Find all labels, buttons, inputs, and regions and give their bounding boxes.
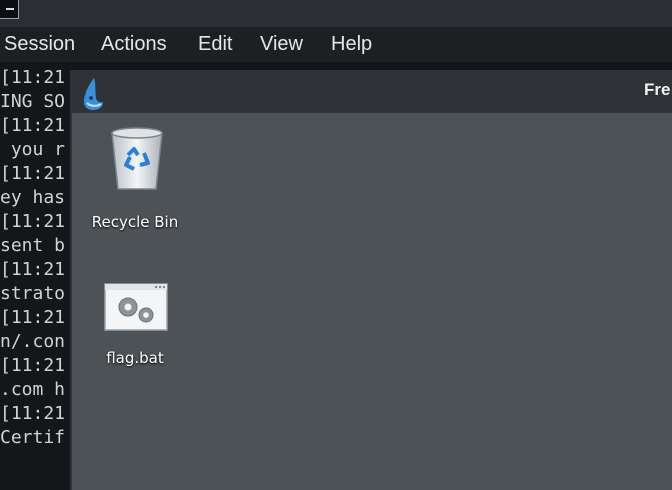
batch-file-icon: [104, 283, 168, 331]
window-titlebar[interactable]: Fre: [72, 70, 672, 113]
terminal-line: you r: [0, 139, 66, 160]
terminal-line: [11:21: [0, 67, 66, 88]
terminal-line: .com h: [0, 379, 66, 400]
recycle-bin-icon: [111, 127, 163, 190]
terminal-line: Certif: [0, 427, 66, 448]
terminal-line: [11:21: [0, 259, 66, 280]
terminal-line: ING SO: [0, 91, 66, 112]
terminal-line: [11:21: [0, 163, 66, 184]
menu-view[interactable]: View: [260, 27, 303, 62]
minimize-button[interactable]: [0, 0, 19, 19]
terminal-line: n/.con: [0, 331, 66, 352]
top-panel: [0, 0, 672, 27]
desktop-icon-label: flag.bat: [106, 349, 164, 367]
remote-desktop-area[interactable]: Recycle Bin flag.bat: [78, 113, 672, 490]
shark-fin-icon: [84, 78, 103, 110]
minus-icon: [6, 8, 14, 10]
terminal-output[interactable]: [11:21 ING SO [11:21 you r [11:21 ey has…: [0, 62, 75, 490]
menu-edit[interactable]: Edit: [198, 27, 232, 62]
menu-actions[interactable]: Actions: [101, 27, 167, 62]
terminal-line: [11:21: [0, 355, 66, 376]
terminal-line: [11:21: [0, 403, 66, 424]
terminal-line: [11:21: [0, 115, 66, 136]
window-title: Fre: [644, 80, 671, 99]
terminal-line: [11:21: [0, 307, 66, 328]
desktop-icon-label: Recycle Bin: [91, 213, 179, 231]
desktop-icon-recycle-bin[interactable]: Recycle Bin: [80, 123, 190, 233]
terminal-line: sent b: [0, 235, 66, 256]
terminal-line: strato: [0, 283, 66, 304]
desktop-icon-flag-bat[interactable]: flag.bat: [80, 281, 190, 371]
menu-bar: Session Actions Edit View Help: [0, 27, 672, 62]
terminal-line: [11:21: [0, 211, 66, 232]
menu-help[interactable]: Help: [331, 27, 372, 62]
remote-desktop-window[interactable]: Fre Recycle Bin flag.bat: [70, 70, 672, 490]
menu-session[interactable]: Session: [4, 27, 75, 62]
terminal-line: ey has: [0, 187, 66, 208]
